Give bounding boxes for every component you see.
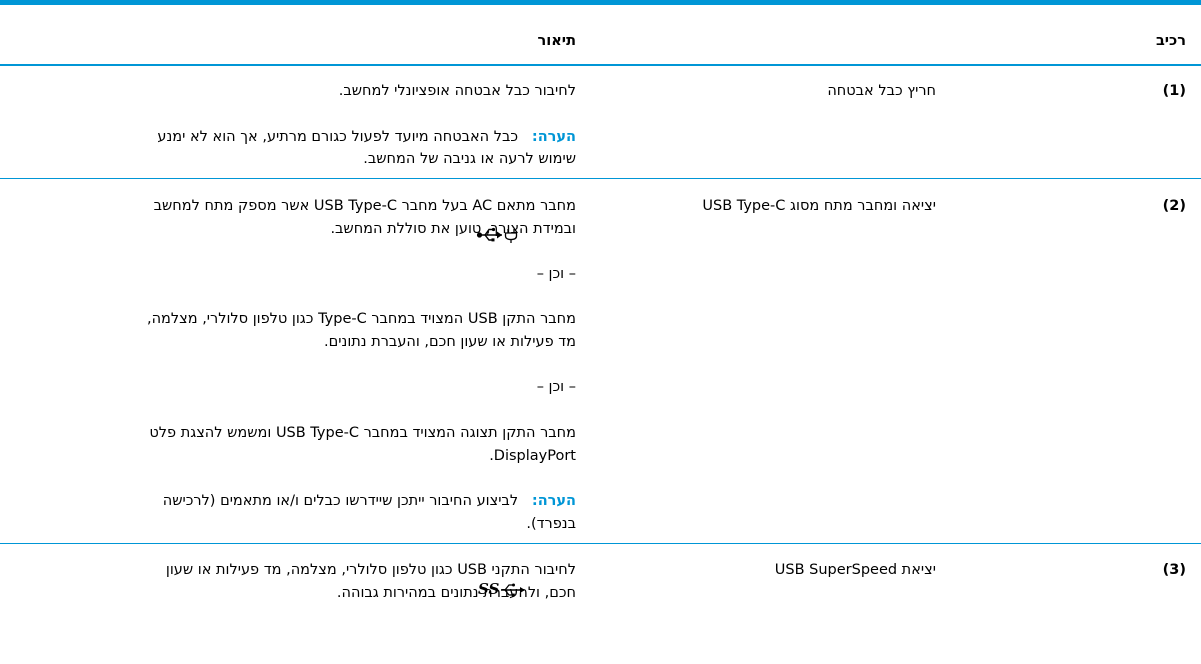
row-3-component-name: יציאת USB SuperSpeed <box>774 562 936 578</box>
row-1-note-text: כבל האבטחה מיועד לפעול כגורם מרתיע, אך ה… <box>157 129 519 145</box>
row-divider <box>0 178 1201 179</box>
header-description: תיאור <box>537 33 576 49</box>
row-2-description-line-4: מד פעילות או שעון חכם, והעברת נתונים. <box>324 334 576 350</box>
row-2-component-name: יציאה ומחבר מתח מסוג USB Type-C <box>702 198 936 214</box>
row-1-component-name: חריץ כבל אבטחה <box>827 83 936 99</box>
row-1-note-line-2: שימוש לרעה או גניבה של המחשב. <box>363 151 576 167</box>
row-2-and-separator-1: – וכן – <box>536 266 576 282</box>
row-3-description-line-1: לחיבור התקני USB כגון טלפון סלולרי, מצלמ… <box>165 562 576 578</box>
row-2-note-line-2: בנפרד). <box>526 516 576 532</box>
row-2-description-line-2: ובמידת הצורך, טוען את סוללת המחשב. <box>330 221 576 237</box>
row-2-and-separator-2: – וכן – <box>536 379 576 395</box>
row-3-number: (3) <box>1162 562 1186 578</box>
row-2-description-line-6: DisplayPort. <box>489 448 576 464</box>
row-2-description-line-1: מחבר מתאם AC בעל מחבר USB Type-C אשר מספ… <box>153 198 576 214</box>
row-1-description: לחיבור כבל אבטחה אופציונלי למחשב. <box>338 83 576 99</box>
row-divider <box>0 543 1201 544</box>
row-2-description-line-5: מחבר התקן תצוגה המצויד במחבר USB Type-C … <box>149 425 576 441</box>
row-2-note-label: הערה: <box>531 493 576 509</box>
row-2-note-text: לביצוע החיבור ייתכן שיידרשו כבלים ו/או מ… <box>162 493 519 509</box>
row-1-note-label: הערה: <box>531 129 576 145</box>
row-2-number: (2) <box>1162 198 1186 214</box>
row-1-note-line-1: הערה: כבל האבטחה מיועד לפעול כגורם מרתיע… <box>157 126 576 149</box>
row-1-number: (1) <box>1162 83 1186 99</box>
table-header <box>0 5 1201 66</box>
row-3-description-line-2: חכם, ולהעברת נתונים במהירות גבוהה. <box>336 585 576 601</box>
header-component: רכיב <box>1155 33 1186 49</box>
row-2-note-line-1: הערה: לביצוע החיבור ייתכן שיידרשו כבלים … <box>163 490 576 513</box>
row-2-description-line-3: מחבר התקן USB המצויד במחבר Type-C כגון ט… <box>146 311 576 327</box>
